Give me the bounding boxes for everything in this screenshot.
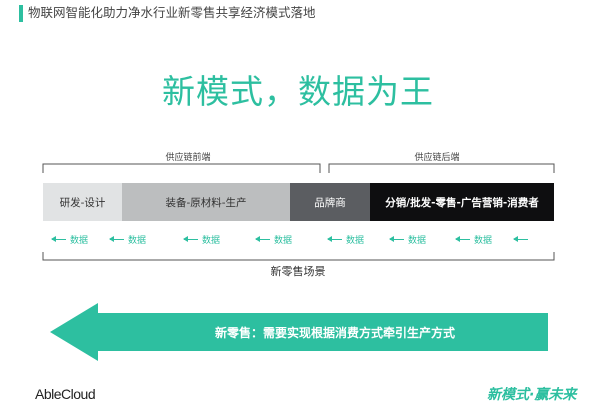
bracket-back — [328, 163, 555, 173]
data-flow-item: 数据 — [255, 231, 293, 247]
data-flow-label: 数据 — [274, 235, 293, 246]
data-flow-item: 数据 — [183, 231, 221, 247]
left-arrow-icon — [255, 235, 270, 242]
data-flow-item: 数据 — [109, 231, 147, 247]
left-arrow-icon — [389, 235, 404, 242]
data-flow-item: 数据 — [327, 231, 365, 247]
slogan-logo: 新模式·赢未来 — [487, 387, 577, 403]
ablecloud-logo: AbleCloud — [35, 386, 96, 402]
left-arrow-icon — [51, 235, 66, 242]
data-flow-label: 数据 — [408, 235, 427, 246]
chain-segment-equipment: 装备-原材料-生产 — [122, 183, 290, 221]
data-flow-item: 数据 — [455, 231, 493, 247]
left-arrow-icon — [327, 235, 342, 242]
left-arrow-icon — [455, 235, 470, 242]
supply-chain-back-label: 供应链后端 — [414, 153, 460, 163]
data-flow-item — [513, 231, 532, 247]
chain-segment-equipment-label: 装备-原材料-生产 — [165, 196, 247, 209]
left-arrow-icon — [513, 235, 528, 242]
new-retail-scene-label: 新零售场景 — [270, 265, 326, 278]
chain-segment-rd-label: 研发-设计 — [59, 196, 106, 209]
data-flow-label: 数据 — [128, 235, 147, 246]
data-flow-label: 数据 — [474, 235, 493, 246]
bracket-scene — [42, 252, 555, 261]
left-arrow-icon — [109, 235, 124, 242]
supply-chain-front-label: 供应链前端 — [165, 153, 211, 163]
data-flow-label: 数据 — [202, 235, 221, 246]
chain-segment-brand-label: 品牌商 — [314, 196, 346, 209]
chain-segment-brand: 品牌商 — [290, 183, 370, 221]
chain-segment-distribution: 分销/批发-零售-广告营销-消费者 — [370, 183, 554, 221]
chain-segment-rd: 研发-设计 — [43, 183, 122, 221]
data-flow-label: 数据 — [70, 235, 89, 246]
chain-segment-distribution-label: 分销/批发-零售-广告营销-消费者 — [385, 196, 539, 209]
bracket-front — [42, 163, 321, 173]
data-flow-label: 数据 — [346, 235, 365, 246]
banner-text: 新零售：需要实现根据消费方式牵引生产方式 — [214, 326, 455, 340]
data-flow-item: 数据 — [389, 231, 427, 247]
left-arrow-icon — [183, 235, 198, 242]
data-flow-item: 数据 — [51, 231, 89, 247]
